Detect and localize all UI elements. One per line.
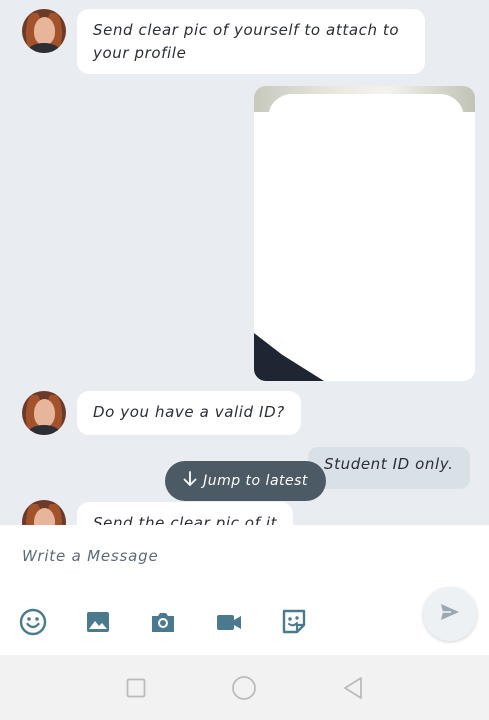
recents-icon[interactable] — [121, 673, 151, 703]
contact-avatar[interactable] — [22, 391, 66, 435]
sticker-icon[interactable] — [279, 607, 309, 637]
jump-to-latest-label: Jump to latest — [203, 473, 308, 489]
gallery-icon[interactable] — [83, 607, 113, 637]
contact-avatar[interactable] — [22, 9, 66, 53]
message-input[interactable]: Write a Message — [22, 547, 158, 565]
home-icon[interactable] — [229, 673, 259, 703]
send-button[interactable] — [423, 587, 477, 641]
send-icon — [439, 601, 461, 627]
message-incoming[interactable]: Send the clear pic of it — [77, 502, 294, 525]
message-incoming[interactable]: Do you have a valid ID? — [77, 391, 301, 435]
arrow-down-icon — [183, 471, 197, 491]
video-icon[interactable] — [214, 607, 244, 637]
emoji-icon[interactable] — [18, 607, 48, 637]
message-outgoing-image[interactable] — [254, 86, 475, 381]
composer: Write a Message — [0, 525, 489, 655]
jump-to-latest-button[interactable]: Jump to latest — [165, 461, 326, 501]
message-list[interactable]: Send clear pic of yourself to attach to … — [0, 0, 489, 525]
camera-icon[interactable] — [148, 607, 178, 637]
back-icon[interactable] — [338, 673, 368, 703]
message-outgoing[interactable]: Student ID only. — [308, 447, 470, 489]
chat-screen: Send clear pic of yourself to attach to … — [0, 0, 489, 720]
contact-avatar[interactable] — [22, 500, 66, 525]
message-incoming[interactable]: Send clear pic of yourself to attach to … — [77, 9, 425, 74]
system-nav-bar — [0, 655, 489, 720]
